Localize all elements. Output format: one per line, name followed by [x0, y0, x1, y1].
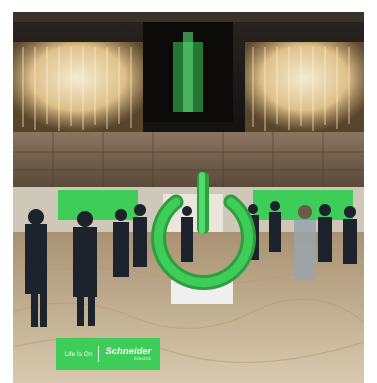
chandelier-left [13, 42, 143, 132]
chandelier-right [245, 42, 364, 132]
event-photo [13, 12, 364, 383]
brand-tagline: Life Is On [64, 350, 93, 358]
badge-divider [98, 346, 100, 362]
brand-logo-sub: Electric [134, 355, 152, 361]
brand-logo: Schneider Electric [105, 347, 151, 361]
schneider-electric-badge: Life Is On Schneider Electric [56, 338, 160, 370]
wall [13, 132, 364, 187]
